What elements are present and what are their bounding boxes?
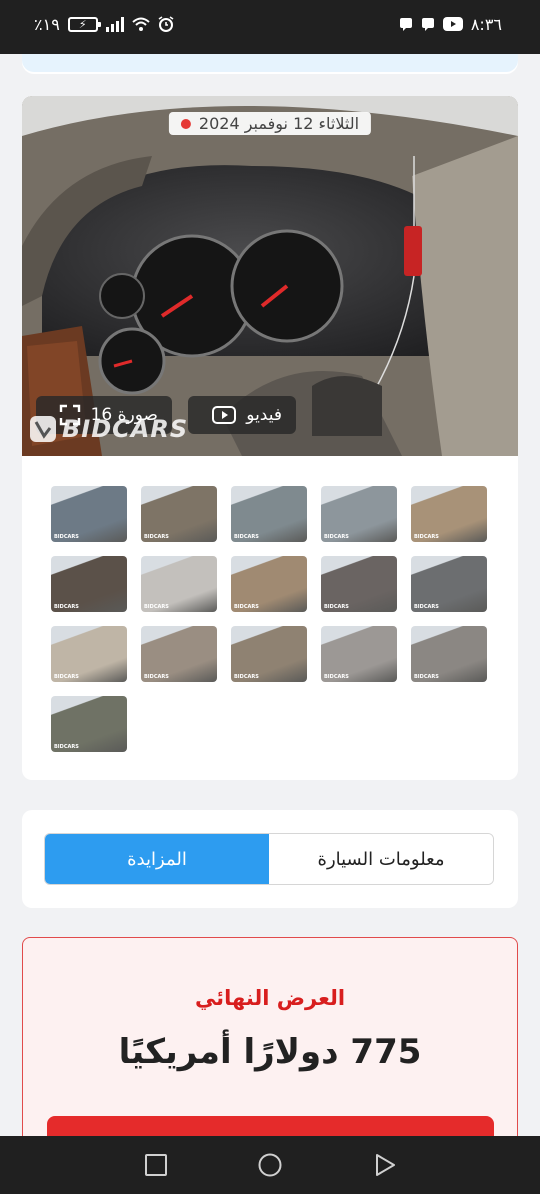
main-photo[interactable]: الثلاثاء 12 نوفمبر 2024 فيديو صورة 16 BI…	[22, 96, 518, 456]
status-bar: ٪١٩ ⚡ ٨:٣٦	[0, 0, 540, 54]
thumbnail-watermark: BIDCARS	[54, 674, 79, 680]
thumbnail-watermark: BIDCARS	[324, 674, 349, 680]
final-bid-card: العرض النهائي 775 دولارًا أمريكيًا	[22, 937, 518, 1136]
photo-thumbnail-dashboard[interactable]: BIDCARS	[51, 626, 127, 682]
thumbnail-watermark: BIDCARS	[234, 674, 259, 680]
thumbnail-watermark: BIDCARS	[144, 674, 169, 680]
thumbnail-watermark: BIDCARS	[144, 534, 169, 540]
tabs-card: المزايدة معلومات السيارة	[22, 810, 518, 908]
thumbnail-watermark: BIDCARS	[414, 674, 439, 680]
page-content[interactable]: الثلاثاء 12 نوفمبر 2024 فيديو صورة 16 BI…	[0, 54, 540, 1136]
bidcars-logo-icon	[30, 416, 56, 442]
auction-date: الثلاثاء 12 نوفمبر 2024	[168, 112, 372, 135]
photo-thumbnail-exterior-side[interactable]: BIDCARS	[231, 486, 307, 542]
video-button[interactable]: فيديو	[188, 396, 296, 434]
notification-icon	[421, 18, 434, 31]
photo-thumbnail-armrest[interactable]: BIDCARS	[411, 626, 487, 682]
photo-thumbnail-exterior-front-left[interactable]: BIDCARS	[51, 486, 127, 542]
gallery-card: الثلاثاء 12 نوفمبر 2024 فيديو صورة 16 BI…	[22, 96, 518, 780]
recent-apps-icon[interactable]	[144, 1153, 168, 1177]
photo-thumbnail-wheel[interactable]: BIDCARS	[51, 696, 127, 752]
watermark-text: BIDCARS	[62, 415, 189, 443]
thumbnail-watermark: BIDCARS	[54, 604, 79, 610]
video-label: فيديو	[246, 405, 282, 425]
thumbnail-watermark: BIDCARS	[324, 604, 349, 610]
navigation-bar	[0, 1136, 540, 1194]
photo-thumbnail-console[interactable]: BIDCARS	[231, 626, 307, 682]
photo-thumbnail-exterior-rear[interactable]: BIDCARS	[321, 486, 397, 542]
alarm-icon	[158, 16, 174, 32]
photo-thumbnail-steering-wheel[interactable]: BIDCARS	[321, 626, 397, 682]
youtube-icon	[442, 17, 463, 31]
tab-car-info[interactable]: معلومات السيارة	[269, 834, 493, 884]
tab-bar: المزايدة معلومات السيارة	[44, 833, 494, 885]
photo-thumbnail-door-panel[interactable]: BIDCARS	[51, 556, 127, 612]
status-left-group: ٪١٩ ⚡	[34, 15, 174, 34]
battery-percent: ٪١٩	[34, 14, 60, 34]
bidcars-watermark: BIDCARS	[28, 414, 188, 444]
bid-action-button[interactable]	[47, 1116, 494, 1136]
thumbnail-watermark: BIDCARS	[414, 534, 439, 540]
wifi-icon	[132, 17, 150, 31]
photo-thumbnail-rear-seats[interactable]: BIDCARS	[231, 556, 307, 612]
thumbnail-grid: BIDCARS BIDCARS BIDCARS BIDCARS BIDCARS BIDCA…	[51, 486, 491, 752]
back-icon[interactable]	[373, 1153, 397, 1177]
final-bid-amount: 775 دولارًا أمريكيًا	[118, 1032, 422, 1072]
signal-icon	[105, 16, 124, 32]
date-text: الثلاثاء 12 نوفمبر 2024	[198, 114, 360, 133]
photo-thumbnail-seat-detail[interactable]: BIDCARS	[141, 626, 217, 682]
photo-thumbnail-headliner[interactable]: BIDCARS	[141, 556, 217, 612]
final-bid-label: العرض النهائي	[194, 986, 346, 1010]
thumbnail-watermark: BIDCARS	[144, 604, 169, 610]
live-dot-icon	[180, 118, 191, 129]
photo-thumbnail-window-sticker[interactable]: BIDCARS	[321, 556, 397, 612]
battery-icon: ⚡	[67, 16, 101, 32]
notification-icon	[399, 18, 412, 31]
thumbnail-watermark: BIDCARS	[234, 534, 259, 540]
play-icon	[212, 406, 237, 424]
clock: ٨:٣٦	[470, 14, 502, 34]
photo-thumbnail-engine-bay[interactable]: BIDCARS	[411, 556, 487, 612]
photo-thumbnail-exterior-front[interactable]: BIDCARS	[141, 486, 217, 542]
status-right-group: ٨:٣٦	[399, 15, 502, 34]
thumbnail-watermark: BIDCARS	[54, 534, 79, 540]
home-icon[interactable]	[258, 1153, 282, 1177]
photo-thumbnail-interior-front-seats[interactable]: BIDCARS	[411, 486, 487, 542]
previous-card	[22, 54, 518, 74]
thumbnail-watermark: BIDCARS	[414, 604, 439, 610]
thumbnail-watermark: BIDCARS	[324, 534, 349, 540]
tab-auction[interactable]: المزايدة	[45, 834, 269, 884]
thumbnail-watermark: BIDCARS	[234, 604, 259, 610]
thumbnail-watermark: BIDCARS	[54, 744, 79, 750]
